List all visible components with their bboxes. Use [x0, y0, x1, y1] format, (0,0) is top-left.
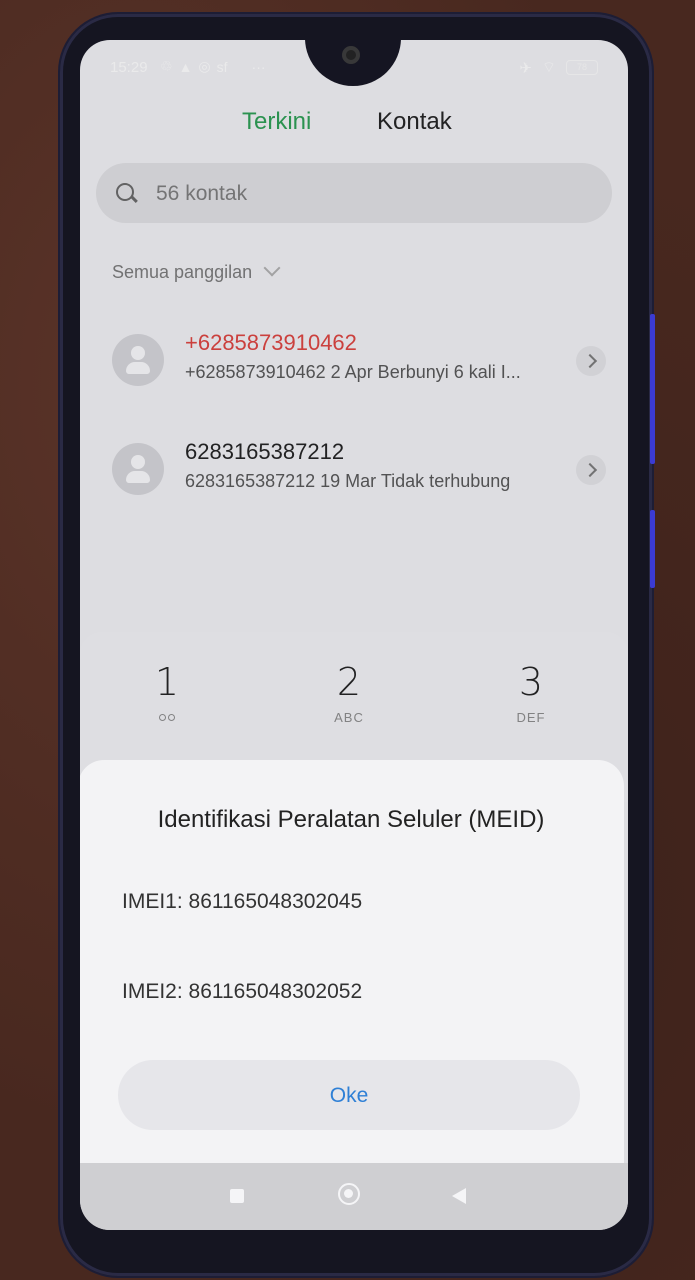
voicemail-icon	[159, 714, 175, 721]
tab-kontak[interactable]: Kontak	[377, 108, 452, 136]
sync-icon: ♲	[160, 58, 173, 74]
call-info-button[interactable]	[576, 346, 606, 376]
tab-bar: Terkini Kontak	[80, 108, 628, 148]
call-detail: 6283165387212 19 Mar Tidak terhubung	[185, 471, 511, 491]
status-left-icons: ♲ ▲ ◎ sf ···	[160, 58, 266, 75]
call-info-button[interactable]	[576, 455, 606, 485]
navigation-bar	[80, 1163, 628, 1230]
home-icon[interactable]	[338, 1183, 360, 1205]
dialog-title: Identifikasi Peralatan Seluler (MEID)	[157, 806, 545, 833]
tab-terkini[interactable]: Terkini	[242, 108, 311, 136]
battery-icon: 78	[566, 60, 598, 75]
avatar	[112, 443, 164, 495]
call-log-row[interactable]: 6283165387212 6283165387212 19 Mar Tidak…	[80, 439, 628, 529]
call-log-row[interactable]: +6285873910462 +6285873910462 2 Apr Berb…	[80, 330, 628, 420]
power-button	[650, 510, 655, 588]
status-time: 15:29	[110, 59, 148, 76]
chevron-down-icon	[263, 259, 281, 277]
chevron-right-icon	[582, 353, 598, 369]
search-input[interactable]	[154, 173, 578, 215]
meid-dialog: Identifikasi Peralatan Seluler (MEID) IM…	[80, 760, 624, 1180]
volume-button	[650, 314, 655, 464]
dial-key-letters: DEF	[516, 710, 546, 725]
sf-app-icon: sf	[216, 58, 228, 75]
caller-number: 6283165387212	[185, 439, 345, 464]
chevron-right-icon	[582, 462, 598, 478]
phone-screen: 15:29 ♲ ▲ ◎ sf ··· ✈ ⌔ 78 Terkini Kontak…	[80, 40, 628, 1230]
avatar	[112, 334, 164, 386]
front-camera	[342, 46, 360, 64]
caller-number: +6285873910462	[185, 330, 357, 355]
dial-key-digit: 2	[336, 660, 362, 704]
dial-key-3[interactable]: 3 DEF	[471, 660, 591, 725]
dial-key-digit: 3	[518, 660, 544, 704]
imei1-text: IMEI1: 861165048302045	[122, 890, 363, 913]
dial-key-2[interactable]: 2 ABC	[289, 660, 409, 725]
imei2-text: IMEI2: 861165048302052	[122, 980, 363, 1003]
dial-key-1[interactable]: 1	[107, 660, 227, 725]
search-icon	[116, 183, 134, 201]
airplane-icon: ✈	[519, 59, 532, 77]
warning-icon: ▲	[178, 58, 193, 75]
dial-key-digit: 1	[154, 660, 180, 704]
search-bar[interactable]	[96, 163, 612, 223]
whatsapp-icon: ◎	[198, 58, 211, 74]
call-filter-label: Semua panggilan	[112, 262, 253, 282]
ok-button[interactable]: Oke	[118, 1060, 580, 1130]
status-right-icons: ✈ ⌔ 78	[519, 58, 598, 77]
dial-key-letters: ABC	[334, 710, 364, 725]
call-detail: +6285873910462 2 Apr Berbunyi 6 kali I..…	[185, 362, 521, 382]
recents-icon[interactable]	[230, 1189, 244, 1203]
back-icon[interactable]	[452, 1188, 466, 1204]
wifi-icon: ⌔	[541, 59, 556, 76]
call-filter-dropdown[interactable]: Semua panggilan	[112, 259, 281, 283]
more-dots-icon: ···	[251, 58, 266, 75]
